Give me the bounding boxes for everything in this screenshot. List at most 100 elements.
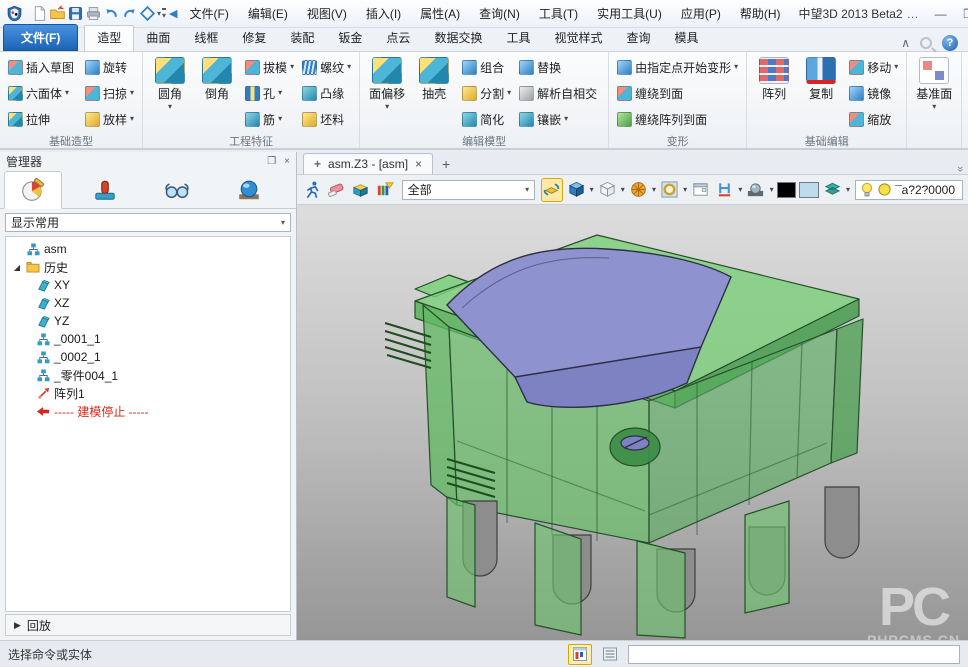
- tab-wireframe[interactable]: 线框: [182, 25, 230, 51]
- manager-close-icon[interactable]: ×: [284, 156, 290, 167]
- tab-assembly[interactable]: 装配: [278, 25, 326, 51]
- collapse-toolbar-icon[interactable]: ◀: [169, 7, 177, 20]
- new-document-tab-button[interactable]: +: [433, 154, 459, 174]
- scale-button[interactable]: 缩放: [846, 106, 901, 132]
- tab-point-cloud[interactable]: 点云: [374, 25, 422, 51]
- tab-shape[interactable]: 造型: [84, 25, 134, 51]
- tree-item-model-stop-marker[interactable]: ----- 建模停止 -----: [6, 402, 290, 420]
- document-tab-asm[interactable]: + asm.Z3 - [asm] ×: [303, 153, 433, 174]
- menu-applications[interactable]: 应用(P): [672, 0, 730, 27]
- viewport-window-button[interactable]: [690, 178, 711, 202]
- undo-button[interactable]: [103, 3, 120, 25]
- background-button[interactable]: [745, 178, 766, 202]
- tab-mold[interactable]: 模具: [663, 25, 711, 51]
- replace-button[interactable]: 替换: [516, 54, 603, 80]
- tree-item-plane-yz[interactable]: YZ: [6, 312, 290, 330]
- minimize-button[interactable]: —: [932, 7, 950, 21]
- visual-style-dropdown-icon[interactable]: ▾: [683, 186, 687, 194]
- search-icon[interactable]: [920, 37, 932, 49]
- menu-insert[interactable]: 插入(I): [357, 0, 410, 27]
- visual-style-button[interactable]: [659, 178, 680, 202]
- redo-button[interactable]: [121, 3, 138, 25]
- open-file-button[interactable]: [49, 3, 66, 25]
- layer-button[interactable]: [822, 178, 843, 202]
- tree-item-plane-xz[interactable]: XZ: [6, 294, 290, 312]
- viewport-3d[interactable]: PC PHPCMS.CN: [297, 205, 968, 640]
- blue-color-swatch[interactable]: [799, 182, 819, 198]
- expander-icon[interactable]: ◢: [12, 263, 22, 272]
- tree-item-pattern1[interactable]: 阵列1: [6, 384, 290, 402]
- tab-repair[interactable]: 修复: [230, 25, 278, 51]
- command-log-button[interactable]: [598, 644, 622, 665]
- print-button[interactable]: [85, 3, 102, 25]
- tree-item-component-part004[interactable]: _零件004_1: [6, 366, 290, 384]
- revolve-button[interactable]: 旋转: [82, 54, 137, 80]
- tree-item-asm[interactable]: asm: [6, 240, 290, 258]
- draft-button[interactable]: 拔模▾: [242, 54, 297, 80]
- view-navigation-dropdown-icon[interactable]: ▾: [157, 9, 161, 18]
- new-file-button[interactable]: [31, 3, 48, 25]
- tab-data-exchange[interactable]: 数据交换: [422, 25, 494, 51]
- pick-filter-button[interactable]: [374, 178, 395, 202]
- visibility-manager-tab[interactable]: [148, 171, 206, 208]
- command-input[interactable]: [628, 645, 960, 664]
- manager-filter-select[interactable]: 显示常用 ▾: [5, 213, 291, 232]
- menu-edit[interactable]: 编辑(E): [239, 0, 297, 27]
- sweep-button[interactable]: 扫掠▾: [82, 80, 137, 106]
- menu-attribute[interactable]: 属性(A): [411, 0, 469, 27]
- tab-tools[interactable]: 工具: [494, 25, 542, 51]
- resolve-self-intersection-button[interactable]: 解析自相交: [516, 80, 603, 106]
- pattern-button[interactable]: 阵列: [752, 54, 796, 103]
- tab-inquire[interactable]: 查询: [614, 25, 662, 51]
- menu-help[interactable]: 帮助(H): [731, 0, 790, 27]
- wrap-pattern-to-face-button[interactable]: 缠绕阵列到面: [614, 106, 741, 132]
- save-button[interactable]: [67, 3, 84, 25]
- help-icon[interactable]: ?: [942, 35, 958, 51]
- tab-visualize[interactable]: 视觉样式: [542, 25, 614, 51]
- mirror-button[interactable]: 镜像: [846, 80, 901, 106]
- tree-item-component-0002[interactable]: _0002_1: [6, 348, 290, 366]
- collapse-ribbon-icon[interactable]: ∧: [901, 36, 910, 50]
- view-orientation-button[interactable]: [628, 178, 649, 202]
- ui-manager-toggle-button[interactable]: [568, 644, 592, 665]
- loft-button[interactable]: 放样▾: [82, 106, 137, 132]
- customize-qat-button[interactable]: ▾: [162, 3, 166, 25]
- flange-button[interactable]: 凸缘: [299, 80, 354, 106]
- datum-plane-button[interactable]: 基准面▾: [912, 54, 956, 111]
- thread-button[interactable]: 螺纹▾: [299, 54, 354, 80]
- assembly-manager-tab[interactable]: [76, 171, 134, 208]
- rib-button[interactable]: 筋▾: [242, 106, 297, 132]
- section-dropdown-icon[interactable]: ▾: [738, 186, 742, 194]
- copy-button[interactable]: 复制: [799, 54, 843, 103]
- wireframe-dropdown-icon[interactable]: ▾: [621, 186, 625, 194]
- deform-from-point-button[interactable]: 由指定点开始变形▾: [614, 54, 741, 80]
- fillet-button[interactable]: 圆角▾: [148, 54, 192, 111]
- tree-item-history-folder[interactable]: ◢历史: [6, 258, 290, 276]
- view-orientation-dropdown-icon[interactable]: ▾: [652, 186, 656, 194]
- view-navigation-button[interactable]: [139, 3, 156, 25]
- chamfer-button[interactable]: 倒角: [195, 54, 239, 103]
- replay-section[interactable]: ▶ 回放: [5, 614, 291, 636]
- filter-all-select[interactable]: 全部 ▾: [402, 180, 536, 200]
- background-dropdown-icon[interactable]: ▾: [770, 186, 774, 194]
- manager-restore-icon[interactable]: ❐: [267, 156, 276, 167]
- menu-tools[interactable]: 工具(T): [530, 0, 587, 27]
- erase-button[interactable]: [326, 178, 347, 202]
- divide-button[interactable]: 分割▾: [459, 80, 514, 106]
- menu-view[interactable]: 视图(V): [298, 0, 356, 27]
- exit-button[interactable]: [302, 178, 323, 202]
- wireframe-display-button[interactable]: [597, 178, 618, 202]
- insert-sketch-button[interactable]: 插入草图: [5, 54, 80, 80]
- stock-button[interactable]: 坯料: [299, 106, 354, 132]
- inlay-button[interactable]: 镶嵌▾: [516, 106, 603, 132]
- tree-item-plane-xy[interactable]: XY: [6, 276, 290, 294]
- tab-sheet-metal[interactable]: 钣金: [326, 25, 374, 51]
- shaded-dropdown-icon[interactable]: ▾: [590, 186, 594, 194]
- shell-button[interactable]: 抽壳: [412, 54, 456, 103]
- combine-button[interactable]: 组合: [459, 54, 514, 80]
- visual-manager-tab[interactable]: [220, 171, 278, 208]
- restore-button[interactable]: ❐: [960, 7, 968, 21]
- face-offset-button[interactable]: 面偏移▾: [365, 54, 409, 111]
- simplify-button[interactable]: 简化: [459, 106, 514, 132]
- layer-dropdown-icon[interactable]: ▾: [846, 186, 850, 194]
